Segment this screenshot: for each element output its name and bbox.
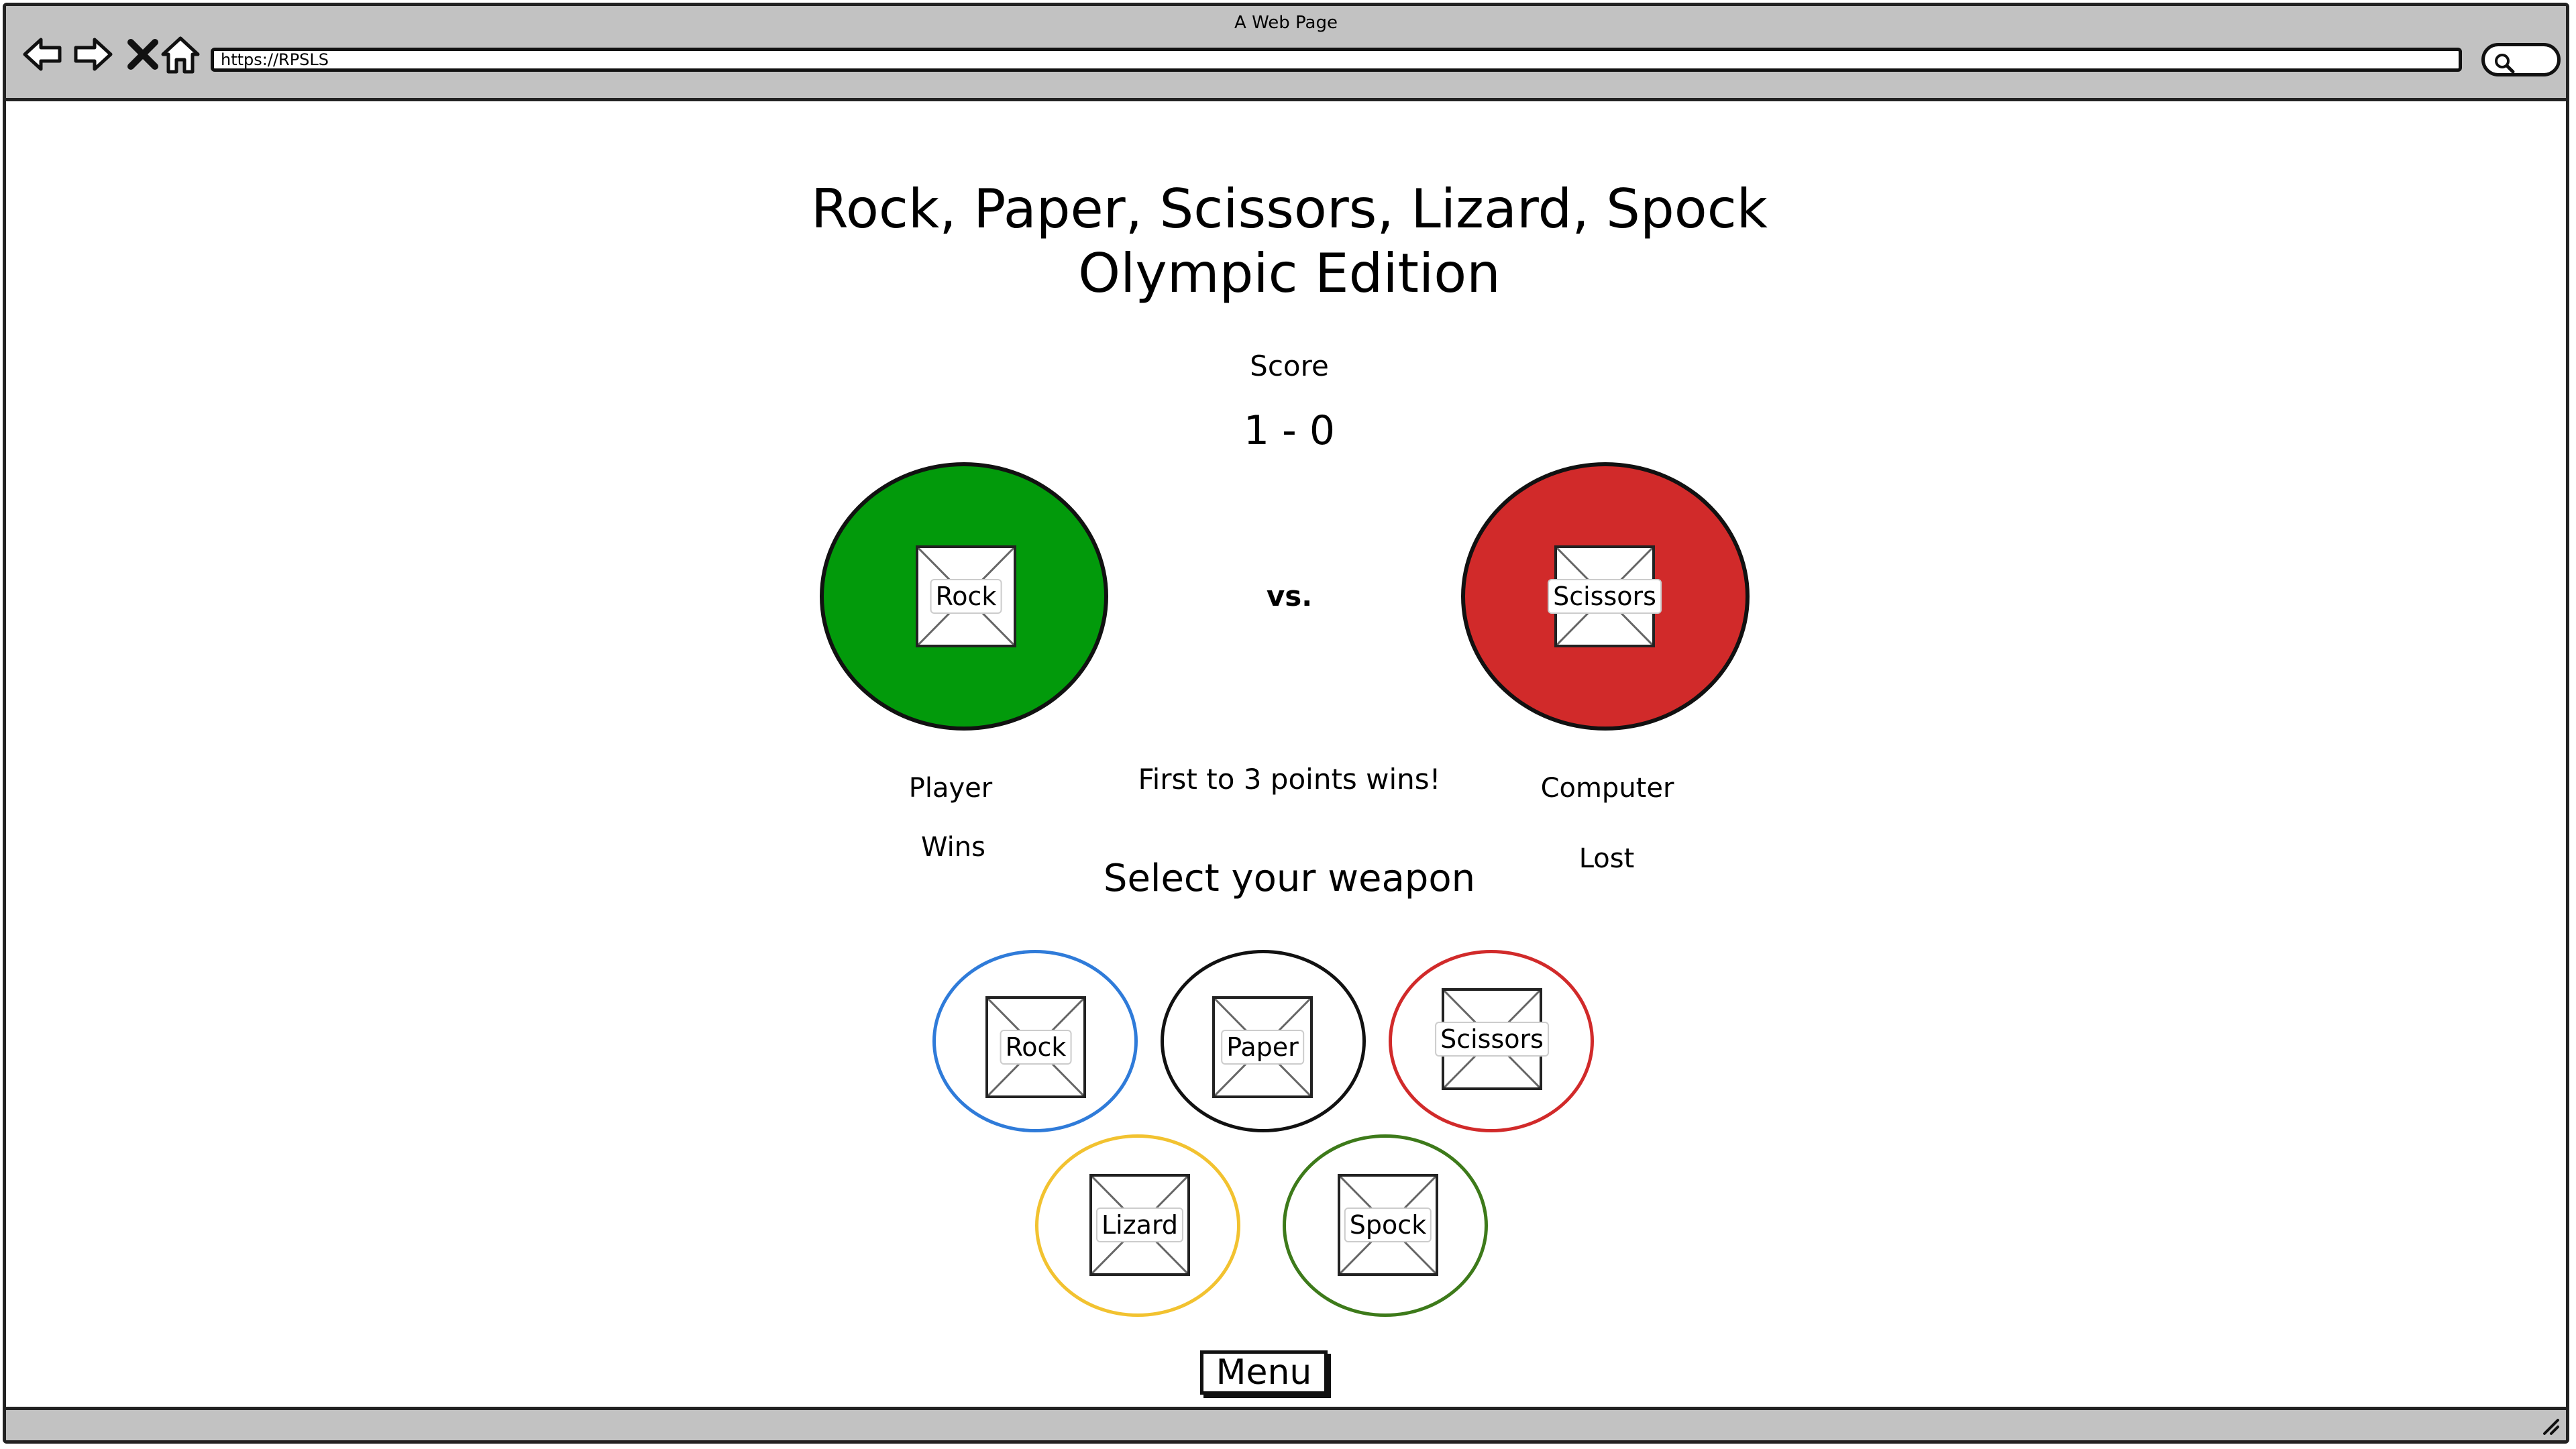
weapon-label: Paper bbox=[1221, 1030, 1304, 1065]
title-line-1: Rock, Paper, Scissors, Lizard, Spock bbox=[810, 178, 1768, 240]
home-icon[interactable] bbox=[159, 33, 202, 76]
weapon-scissors-image: Scissors bbox=[1435, 988, 1549, 1090]
weapon-label: Spock bbox=[1344, 1208, 1432, 1242]
browser-window: A Web Page https://RPSLS Rock, Paper, Sc… bbox=[3, 3, 2569, 1444]
weapon-rock-button[interactable]: Rock bbox=[932, 950, 1138, 1132]
select-weapon-heading: Select your weapon bbox=[1103, 857, 1476, 900]
weapon-paper-button[interactable]: Paper bbox=[1161, 950, 1366, 1132]
close-icon[interactable] bbox=[121, 33, 164, 76]
weapon-spock-image: Spock bbox=[1338, 1174, 1438, 1276]
computer-choice-circle: Scissors bbox=[1461, 462, 1750, 731]
weapon-label: Lizard bbox=[1095, 1208, 1184, 1242]
page-title: Rock, Paper, Scissors, Lizard, Spock Oly… bbox=[6, 177, 2566, 306]
menu-button[interactable]: Menu bbox=[1200, 1350, 1328, 1395]
score-label: Score bbox=[1250, 350, 1329, 382]
back-icon[interactable] bbox=[21, 33, 64, 76]
weapon-paper-image: Paper bbox=[1212, 996, 1313, 1098]
browser-status-bar bbox=[6, 1407, 2566, 1440]
computer-label: Computer bbox=[1540, 773, 1674, 804]
resize-icon[interactable] bbox=[2538, 1413, 2561, 1436]
weapon-scissors-button[interactable]: Scissors bbox=[1389, 950, 1594, 1132]
weapon-lizard-image: Lizard bbox=[1089, 1174, 1190, 1276]
search-icon bbox=[2495, 54, 2515, 74]
rules-text: First to 3 points wins! bbox=[1138, 763, 1441, 796]
weapon-rock-image: Rock bbox=[985, 996, 1086, 1098]
score-value: 1 - 0 bbox=[1243, 407, 1336, 454]
forward-icon[interactable] bbox=[72, 33, 115, 76]
address-bar[interactable]: https://RPSLS bbox=[211, 48, 2462, 72]
window-title: A Web Page bbox=[1234, 13, 1338, 33]
computer-choice-image: Scissors bbox=[1548, 545, 1662, 647]
search-button[interactable] bbox=[2481, 43, 2561, 76]
weapon-lizard-button[interactable]: Lizard bbox=[1035, 1134, 1240, 1317]
vs-label: vs. bbox=[1266, 580, 1313, 612]
weapon-label: Scissors bbox=[1435, 1022, 1549, 1057]
browser-toolbar: A Web Page https://RPSLS bbox=[6, 6, 2566, 101]
weapon-spock-button[interactable]: Spock bbox=[1283, 1134, 1488, 1317]
computer-choice-label: Scissors bbox=[1548, 579, 1662, 614]
title-line-2: Olympic Edition bbox=[1078, 242, 1501, 305]
weapon-label: Rock bbox=[1000, 1030, 1072, 1065]
